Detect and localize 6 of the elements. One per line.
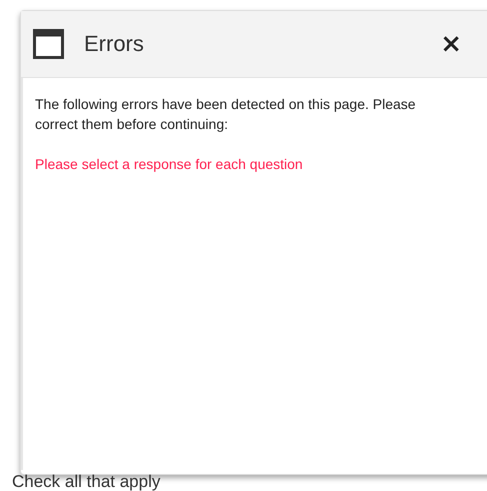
dialog-title: Errors xyxy=(84,31,144,57)
instruction-text: Check all that apply xyxy=(12,473,162,490)
close-button[interactable]: × xyxy=(436,31,466,57)
window-icon xyxy=(33,29,64,59)
error-item: Please select a response for each question xyxy=(35,156,304,172)
error-message: The following errors have been detected on this page. Please correct them before continuing: xyxy=(35,95,417,134)
